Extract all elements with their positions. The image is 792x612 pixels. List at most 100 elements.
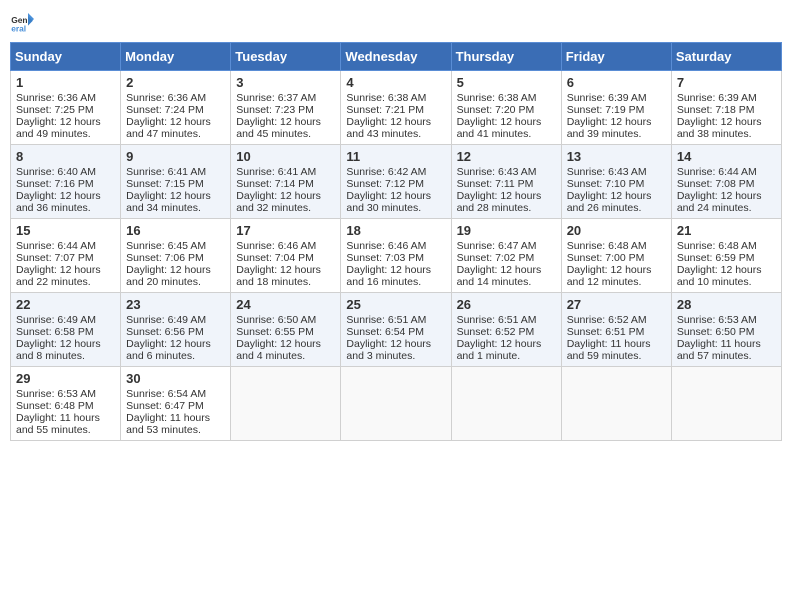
calendar-cell: 15Sunrise: 6:44 AMSunset: 7:07 PMDayligh…	[11, 219, 121, 293]
sunset-text: Sunset: 7:12 PM	[346, 178, 424, 190]
day-number: 11	[346, 149, 445, 164]
sunset-text: Sunset: 6:50 PM	[677, 326, 755, 338]
calendar-cell: 5Sunrise: 6:38 AMSunset: 7:20 PMDaylight…	[451, 71, 561, 145]
sunrise-text: Sunrise: 6:52 AM	[567, 314, 647, 326]
daylight-text: Daylight: 12 hours and 36 minutes.	[16, 190, 101, 214]
daylight-text: Daylight: 12 hours and 39 minutes.	[567, 116, 652, 140]
calendar-cell: 21 Sunrise: 6:48 AMSunset: 6:59 PMDayligh…	[671, 219, 781, 293]
sunset-text: Sunset: 6:55 PM	[236, 326, 314, 338]
day-number: 7	[677, 75, 776, 90]
sunrise-text: Sunrise: 6:46 AM	[346, 240, 426, 252]
sunrise-text: Sunrise: 6:43 AM	[457, 166, 537, 178]
sunrise-text: Sunrise: 6:44 AM	[677, 166, 757, 178]
calendar-cell	[671, 367, 781, 441]
sunset-text: Sunset: 6:48 PM	[16, 400, 94, 412]
sunrise-text: Sunrise: 6:36 AM	[16, 92, 96, 104]
sunset-text: Sunset: 7:15 PM	[126, 178, 204, 190]
sunset-text: Sunset: 7:10 PM	[567, 178, 645, 190]
day-number: 10	[236, 149, 335, 164]
calendar-cell: 27Sunrise: 6:52 AMSunset: 6:51 PMDayligh…	[561, 293, 671, 367]
daylight-text: Daylight: 12 hours and 32 minutes.	[236, 190, 321, 214]
sunset-text: Sunset: 6:56 PM	[126, 326, 204, 338]
sunset-text: Sunset: 7:04 PM	[236, 252, 314, 264]
calendar-cell: 14Sunrise: 6:44 AMSunset: 7:08 PMDayligh…	[671, 145, 781, 219]
sunset-text: Sunset: 7:07 PM	[16, 252, 94, 264]
day-number: 19	[457, 223, 556, 238]
day-number: 27	[567, 297, 666, 312]
day-number: 2	[126, 75, 225, 90]
daylight-text: Daylight: 12 hours and 24 minutes.	[677, 190, 762, 214]
calendar-cell: 12Sunrise: 6:43 AMSunset: 7:11 PMDayligh…	[451, 145, 561, 219]
day-number: 23	[126, 297, 225, 312]
sunrise-text: Sunrise: 6:43 AM	[567, 166, 647, 178]
calendar-cell: 16Sunrise: 6:45 AMSunset: 7:06 PMDayligh…	[121, 219, 231, 293]
sunset-text: Sunset: 6:54 PM	[346, 326, 424, 338]
column-header-saturday: Saturday	[671, 43, 781, 71]
day-number: 6	[567, 75, 666, 90]
calendar-cell: 9Sunrise: 6:41 AMSunset: 7:15 PMDaylight…	[121, 145, 231, 219]
daylight-text: Daylight: 12 hours and 4 minutes.	[236, 338, 321, 362]
daylight-text: Daylight: 11 hours and 59 minutes.	[567, 338, 651, 362]
sunset-text: Sunset: 7:18 PM	[677, 104, 755, 116]
sunset-text: Sunset: 7:14 PM	[236, 178, 314, 190]
calendar-cell: 3Sunrise: 6:37 AMSunset: 7:23 PMDaylight…	[231, 71, 341, 145]
daylight-text: Daylight: 12 hours and 22 minutes.	[16, 264, 101, 288]
daylight-text: Daylight: 12 hours and 6 minutes.	[126, 338, 211, 362]
sunset-text: Sunset: 7:16 PM	[16, 178, 94, 190]
day-number: 25	[346, 297, 445, 312]
sunrise-text: Sunrise: 6:48 AM	[677, 240, 757, 252]
calendar-cell: 28Sunrise: 6:53 AMSunset: 6:50 PMDayligh…	[671, 293, 781, 367]
daylight-text: Daylight: 12 hours and 45 minutes.	[236, 116, 321, 140]
sunset-text: Sunset: 6:59 PM	[677, 252, 755, 264]
day-number: 20	[567, 223, 666, 238]
sunset-text: Sunset: 7:24 PM	[126, 104, 204, 116]
calendar-cell: 11Sunrise: 6:42 AMSunset: 7:12 PMDayligh…	[341, 145, 451, 219]
calendar-cell: 22Sunrise: 6:49 AMSunset: 6:58 PMDayligh…	[11, 293, 121, 367]
daylight-text: Daylight: 12 hours and 49 minutes.	[16, 116, 101, 140]
day-number: 21	[677, 223, 776, 238]
sunrise-text: Sunrise: 6:54 AM	[126, 388, 206, 400]
day-number: 29	[16, 371, 115, 386]
column-header-sunday: Sunday	[11, 43, 121, 71]
calendar-cell: 7Sunrise: 6:39 AMSunset: 7:18 PMDaylight…	[671, 71, 781, 145]
calendar-cell: 6Sunrise: 6:39 AMSunset: 7:19 PMDaylight…	[561, 71, 671, 145]
calendar-cell	[341, 367, 451, 441]
calendar-cell: 25Sunrise: 6:51 AMSunset: 6:54 PMDayligh…	[341, 293, 451, 367]
daylight-text: Daylight: 12 hours and 8 minutes.	[16, 338, 101, 362]
logo-icon: Gen eral	[10, 10, 34, 34]
sunrise-text: Sunrise: 6:37 AM	[236, 92, 316, 104]
sunset-text: Sunset: 7:25 PM	[16, 104, 94, 116]
daylight-text: Daylight: 12 hours and 12 minutes.	[567, 264, 652, 288]
daylight-text: Daylight: 12 hours and 47 minutes.	[126, 116, 211, 140]
daylight-text: Daylight: 12 hours and 10 minutes.	[677, 264, 762, 288]
calendar-cell: 8Sunrise: 6:40 AMSunset: 7:16 PMDaylight…	[11, 145, 121, 219]
daylight-text: Daylight: 12 hours and 43 minutes.	[346, 116, 431, 140]
day-number: 24	[236, 297, 335, 312]
calendar-cell: 18Sunrise: 6:46 AMSunset: 7:03 PMDayligh…	[341, 219, 451, 293]
daylight-text: Daylight: 11 hours and 57 minutes.	[677, 338, 761, 362]
header: Gen eral	[10, 10, 782, 34]
sunrise-text: Sunrise: 6:46 AM	[236, 240, 316, 252]
sunrise-text: Sunrise: 6:53 AM	[16, 388, 96, 400]
sunset-text: Sunset: 6:47 PM	[126, 400, 204, 412]
day-number: 9	[126, 149, 225, 164]
column-header-friday: Friday	[561, 43, 671, 71]
calendar-cell: 23Sunrise: 6:49 AMSunset: 6:56 PMDayligh…	[121, 293, 231, 367]
day-number: 22	[16, 297, 115, 312]
daylight-text: Daylight: 11 hours and 55 minutes.	[16, 412, 100, 436]
calendar-cell: 29 Sunrise: 6:53 AMSunset: 6:48 PMDayligh…	[11, 367, 121, 441]
sunset-text: Sunset: 7:08 PM	[677, 178, 755, 190]
day-number: 8	[16, 149, 115, 164]
daylight-text: Daylight: 12 hours and 16 minutes.	[346, 264, 431, 288]
calendar-cell: 2Sunrise: 6:36 AMSunset: 7:24 PMDaylight…	[121, 71, 231, 145]
week-row-1: 1Sunrise: 6:36 AMSunset: 7:25 PMDaylight…	[11, 71, 782, 145]
sunrise-text: Sunrise: 6:39 AM	[677, 92, 757, 104]
sunrise-text: Sunrise: 6:38 AM	[457, 92, 537, 104]
day-number: 28	[677, 297, 776, 312]
sunset-text: Sunset: 6:52 PM	[457, 326, 535, 338]
day-number: 30	[126, 371, 225, 386]
day-number: 26	[457, 297, 556, 312]
calendar-cell: 20Sunrise: 6:48 AMSunset: 7:00 PMDayligh…	[561, 219, 671, 293]
daylight-text: Daylight: 12 hours and 28 minutes.	[457, 190, 542, 214]
sunset-text: Sunset: 7:02 PM	[457, 252, 535, 264]
